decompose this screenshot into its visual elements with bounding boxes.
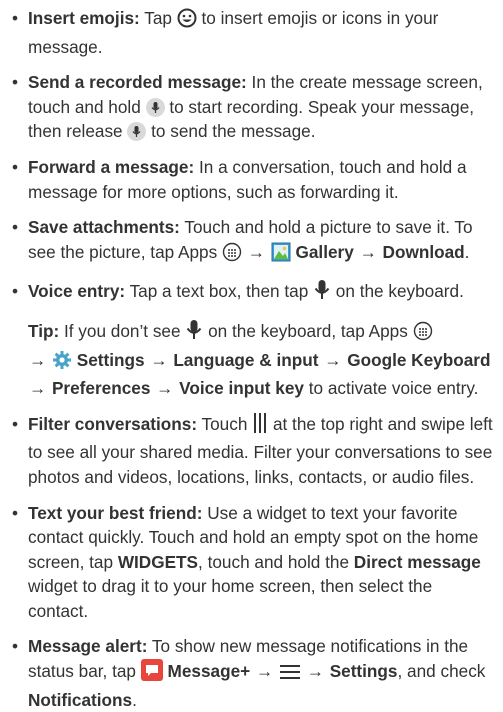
download-label: Download [382, 241, 465, 262]
apps-icon [222, 242, 242, 269]
item-text: If you don’t see [59, 320, 186, 341]
direct-message-label: Direct message [353, 551, 481, 572]
item-text: on the keyboard, tap Apps [203, 320, 413, 341]
item-text: to send the message. [146, 121, 316, 142]
bullet: • [12, 8, 19, 28]
tip-title: Tip: [28, 320, 60, 341]
item-text: Touch [197, 413, 253, 434]
arrow-icon: → [255, 661, 274, 682]
settings-icon [52, 350, 72, 377]
item-title: Insert emojis: [28, 8, 140, 28]
item-title: Save attachments: [28, 217, 180, 238]
item-text: Tap [139, 8, 177, 28]
bullet: • [12, 413, 19, 434]
voice-input-key-label: Voice input key [179, 378, 304, 399]
mic-icon [127, 122, 147, 142]
bullet: • [12, 217, 19, 238]
item-text: widget to drag it to your home screen, t… [28, 576, 433, 621]
arrow-icon: → [29, 378, 47, 399]
item-title: Message alert: [28, 636, 148, 657]
language-input-label: Language & input [173, 349, 319, 370]
mic-icon [313, 279, 331, 308]
list-item-recorded-message: • Send a recorded message: In the create… [10, 70, 493, 144]
widgets-label: WIDGETS [117, 551, 199, 572]
list-item-message-alert: • Message alert: To show new message not… [10, 634, 493, 712]
list-item-filter-conversations: • Filter conversations: Touch at the top… [10, 412, 493, 490]
mic-icon [145, 97, 165, 117]
settings-label: Settings [329, 661, 398, 682]
bullet: • [12, 156, 19, 177]
apps-icon [413, 321, 433, 348]
bullet: • [12, 636, 19, 657]
list-item-text-best-friend: • Text your best friend: Use a widget to… [10, 501, 493, 624]
gallery-icon [271, 242, 291, 269]
arrow-icon: → [247, 241, 265, 262]
item-text: , touch and hold the [198, 551, 354, 572]
emoji-icon [177, 8, 197, 35]
arrow-icon: → [306, 661, 324, 682]
item-text: , and check [397, 661, 486, 682]
item-text: to activate voice entry. [303, 378, 479, 399]
notifications-label: Notifications [28, 689, 133, 710]
list-item-voice-entry: • Voice entry: Tap a text box, then tap … [10, 279, 493, 308]
gallery-label: Gallery [295, 241, 354, 262]
preferences-label: Preferences [51, 378, 151, 399]
bullet: • [12, 502, 19, 523]
arrow-icon: → [359, 241, 377, 262]
mic-icon [185, 319, 203, 348]
item-title: Send a recorded message: [28, 72, 247, 93]
bullet: • [12, 281, 19, 302]
item-title: Forward a message: [28, 156, 195, 177]
message-plus-icon [140, 659, 163, 688]
item-text: . [464, 241, 470, 262]
tip-note: Tip: If you don’t see on the keyboard, t… [10, 319, 493, 401]
list-item-insert-emojis: • Insert emojis: Tap to insert emojis or… [10, 6, 493, 59]
item-title: Filter conversations: [28, 413, 198, 434]
bullet: • [12, 72, 19, 93]
item-title: Voice entry: [28, 281, 126, 302]
vertical-bars-icon [252, 412, 268, 441]
arrow-icon: → [324, 349, 342, 370]
list-item-forward-message: • Forward a message: In a conversation, … [10, 155, 493, 204]
item-title: Text your best friend: [28, 502, 203, 523]
arrow-icon: → [156, 378, 174, 399]
item-text: Tap a text box, then tap [125, 281, 314, 302]
arrow-icon: → [29, 349, 47, 370]
menu-icon [279, 663, 301, 688]
item-text: on the keyboard. [331, 281, 464, 302]
google-keyboard-label: Google Keyboard [347, 349, 491, 370]
settings-label: Settings [76, 349, 145, 370]
arrow-icon: → [150, 349, 168, 370]
page: • Insert emojis: Tap to insert emojis or… [0, 0, 503, 712]
list-item-save-attachments: • Save attachments: Touch and hold a pic… [10, 215, 493, 268]
message-plus-label: Message+ [167, 661, 251, 682]
item-text: . [132, 689, 137, 710]
